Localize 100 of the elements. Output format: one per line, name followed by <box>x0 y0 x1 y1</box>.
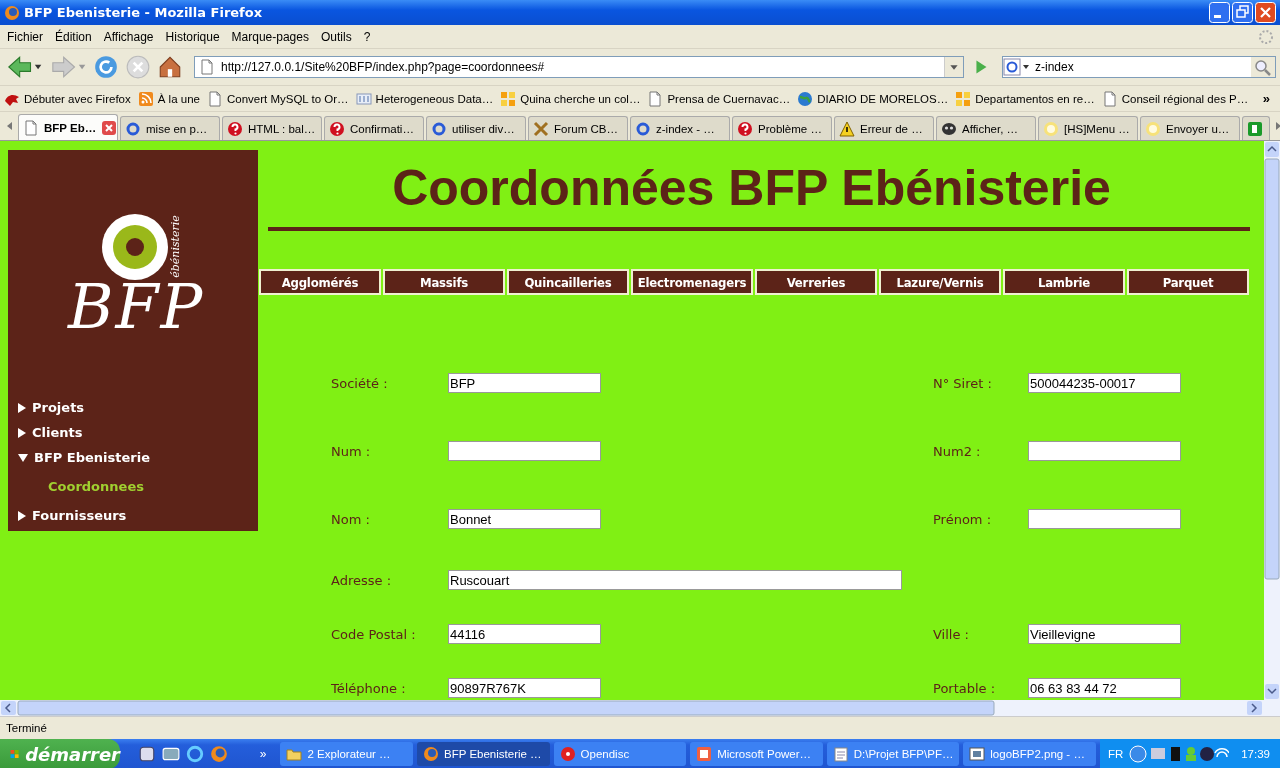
browser-tab[interactable]: Envoyer u… <box>1140 116 1240 140</box>
menu-item[interactable]: Outils <box>316 29 360 44</box>
more-bookmarks-button[interactable]: » <box>1256 91 1276 106</box>
browser-tab[interactable]: BFP Eb… <box>18 114 118 140</box>
warning-icon <box>839 120 855 137</box>
question-icon <box>737 120 753 137</box>
reload-button[interactable] <box>92 54 120 80</box>
ring-icon <box>125 120 141 137</box>
document-icon <box>23 119 39 136</box>
category-link[interactable]: Agglomérés <box>259 269 381 295</box>
text-field[interactable]: Ruscouart <box>448 570 902 590</box>
blocks-icon <box>500 90 517 107</box>
text-field[interactable]: 500044235-00017 <box>1028 373 1181 393</box>
folder-icon <box>286 746 303 762</box>
field-label: Société : <box>331 375 389 391</box>
text-field[interactable]: Bonnet <box>448 509 601 529</box>
menu-item[interactable]: Affichage <box>99 29 162 44</box>
sidebar-item[interactable]: BFP Ebenisterie <box>18 445 150 470</box>
search-engine-icon[interactable] <box>1003 58 1031 76</box>
category-link[interactable]: Electromenagers <box>631 269 753 295</box>
bookmark-item[interactable]: Departamentos en re… <box>955 90 1095 107</box>
dropdown-icon[interactable] <box>944 57 963 77</box>
browser-tab[interactable]: Problème … <box>732 116 832 140</box>
database-icon[interactable] <box>162 745 180 763</box>
more-button[interactable]: » <box>259 747 267 761</box>
search-field[interactable]: z-index <box>1002 56 1276 78</box>
taskbar-button[interactable]: BFP Ebenisterie … <box>417 742 550 766</box>
horizontal-scrollbar[interactable] <box>0 700 1280 716</box>
browser-tab[interactable]: [HS]Menu … <box>1038 116 1138 140</box>
mask-icon <box>941 120 957 137</box>
field-label: Code Postal : <box>331 626 417 642</box>
minimize-button[interactable] <box>1209 2 1230 23</box>
search-icon[interactable] <box>1251 57 1275 77</box>
browser-tab[interactable] <box>1242 116 1270 140</box>
field-label: Nom : <box>331 511 371 527</box>
address-field[interactable]: http://127.0.0.1/Site%20BFP/index.php?page=coordonnees# <box>194 56 964 78</box>
field-label: Num : <box>331 443 372 459</box>
browser-tab[interactable]: Forum CB… <box>528 116 628 140</box>
bookmark-item[interactable]: Prensa de Cuernavac… <box>647 90 791 107</box>
bookmark-item[interactable]: Quina cherche un col… <box>500 90 641 107</box>
menu-item[interactable]: Fichier <box>3 29 51 44</box>
taskbar-button[interactable]: D:\Projet BFP\PF… <box>826 742 960 766</box>
field-label: Num2 : <box>933 443 982 459</box>
browser-icon[interactable] <box>186 745 204 763</box>
text-field[interactable] <box>1028 509 1181 529</box>
window-title: BFP Ebenisterie - Mozilla Firefox <box>24 5 264 20</box>
category-link[interactable]: Massifs <box>383 269 505 295</box>
category-link[interactable]: Lambrie <box>1003 269 1125 295</box>
sidebar-subitem[interactable]: Coordonnees <box>18 470 144 503</box>
document-icon <box>647 90 664 107</box>
globe-icon <box>423 746 440 762</box>
category-link[interactable]: Quincailleries <box>507 269 629 295</box>
text-field[interactable]: 06 63 83 44 72 <box>1028 678 1181 698</box>
field-label: N° Siret : <box>933 375 993 391</box>
sidebar-item[interactable]: Projets <box>18 395 85 420</box>
category-link[interactable]: Lazure/Vernis <box>879 269 1001 295</box>
picture-icon <box>969 746 986 762</box>
category-link[interactable]: Parquet <box>1127 269 1249 295</box>
text-field[interactable]: 44116 <box>448 624 601 644</box>
menu-item[interactable]: Marque-pages <box>227 29 317 44</box>
browser-tab[interactable]: z-index - … <box>630 116 730 140</box>
firefox-icon[interactable] <box>210 745 228 763</box>
bookmark-item[interactable]: Conseil régional des P… <box>1101 90 1249 107</box>
close-button[interactable] <box>1255 2 1276 23</box>
document-icon <box>199 59 215 75</box>
browser-tab[interactable]: Erreur de … <box>834 116 934 140</box>
sidebar-item[interactable]: Clients <box>18 420 83 445</box>
clock: 17:39 <box>1241 748 1270 760</box>
throbber-icon <box>1258 28 1274 45</box>
restore-button[interactable] <box>1232 2 1253 23</box>
app-icon[interactable] <box>138 745 156 763</box>
bookmark-item[interactable]: À la une <box>137 90 200 107</box>
bookmark-item[interactable]: DIARIO DE MORELOS… <box>797 90 949 107</box>
menu-item[interactable]: Historique <box>161 29 228 44</box>
category-link[interactable]: Verreries <box>755 269 877 295</box>
text-field[interactable] <box>1028 441 1181 461</box>
menu-item[interactable]: ? <box>359 29 379 44</box>
feed-icon <box>137 90 154 107</box>
text-field[interactable]: BFP <box>448 373 601 393</box>
bookmark-item[interactable]: Débuter avec Firefox <box>4 90 131 107</box>
browser-tab[interactable]: HTML : bal… <box>222 116 322 140</box>
bookmark-item[interactable]: Heterogeneous Data… <box>355 90 494 107</box>
close-tab-icon[interactable] <box>101 119 117 136</box>
bookmark-item[interactable]: Convert MySQL to Or… <box>206 90 349 107</box>
browser-tab[interactable]: Confirmati… <box>324 116 424 140</box>
browser-tab[interactable]: utiliser div… <box>426 116 526 140</box>
menu-item[interactable]: Édition <box>51 29 100 44</box>
browser-tab[interactable]: mise en p… <box>120 116 220 140</box>
text-field[interactable]: 90897R767K <box>448 678 601 698</box>
browser-tab[interactable]: Afficher, … <box>936 116 1036 140</box>
taskbar-button[interactable]: Opendisc <box>553 742 687 766</box>
disc-icon <box>559 746 576 762</box>
taskbar-button[interactable]: 2 Explorateur … <box>280 742 414 766</box>
question-icon <box>329 120 345 137</box>
vertical-scrollbar[interactable] <box>1264 141 1280 700</box>
taskbar-button[interactable]: Microsoft Power… <box>690 742 823 766</box>
sidebar-item[interactable]: Fournisseurs <box>18 503 127 528</box>
text-field[interactable]: Vieillevigne <box>1028 624 1181 644</box>
text-field[interactable] <box>448 441 601 461</box>
taskbar-button[interactable]: logoBFP2.png - … <box>963 742 1096 766</box>
